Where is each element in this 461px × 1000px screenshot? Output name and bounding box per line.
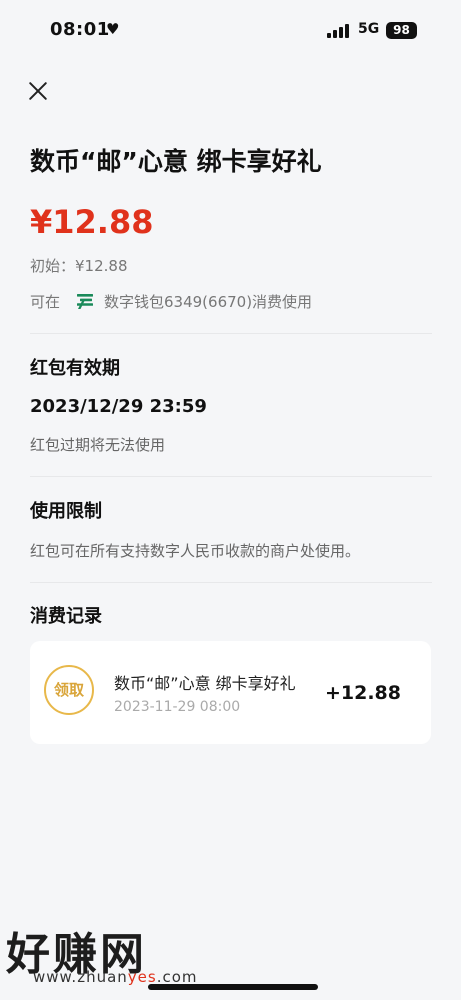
battery-level: 98 xyxy=(393,23,410,37)
signal-icon xyxy=(327,24,351,38)
usage-prefix: 可在 xyxy=(30,293,61,311)
page-title: 数币“邮”心意 绑卡享好礼 xyxy=(30,147,322,176)
wallet-info: 数字钱包6349(6670)消费使用 xyxy=(104,293,313,311)
records-title: 消费记录 xyxy=(30,606,102,627)
home-indicator[interactable] xyxy=(148,984,318,990)
initial-amount: 初始：¥12.88 xyxy=(30,257,128,275)
close-icon[interactable] xyxy=(27,80,49,102)
claim-badge-icon: 领取 xyxy=(44,665,94,715)
network-type: 5G xyxy=(358,21,380,37)
status-time: 08:01 xyxy=(50,19,110,40)
divider xyxy=(30,333,432,334)
restriction-note: 红包可在所有支持数字人民币收款的商户处使用。 xyxy=(30,542,361,560)
restriction-title: 使用限制 xyxy=(30,501,102,522)
record-time: 2023-11-29 08:00 xyxy=(114,699,241,715)
record-name: 数币“邮”心意 绑卡享好礼 xyxy=(114,674,296,693)
expiry-datetime: 2023/12/29 23:59 xyxy=(30,396,207,417)
validity-note: 红包过期将无法使用 xyxy=(30,436,166,454)
status-bar: 08:01 ♥ 5G 98 xyxy=(0,0,461,62)
watermark-url-prefix: www.zhuan xyxy=(33,968,128,986)
heart-icon: ♥ xyxy=(106,20,120,38)
divider xyxy=(30,582,432,583)
record-amount: +12.88 xyxy=(324,682,401,704)
packet-amount: ¥12.88 xyxy=(30,203,154,241)
battery-icon: 98 xyxy=(386,22,417,39)
claim-badge-label: 领取 xyxy=(53,681,84,699)
divider xyxy=(30,476,432,477)
postal-bank-logo-icon xyxy=(77,294,93,309)
record-card[interactable]: 领取 数币“邮”心意 绑卡享好礼 2023-11-29 08:00 +12.88 xyxy=(30,641,431,744)
validity-title: 红包有效期 xyxy=(30,358,120,379)
